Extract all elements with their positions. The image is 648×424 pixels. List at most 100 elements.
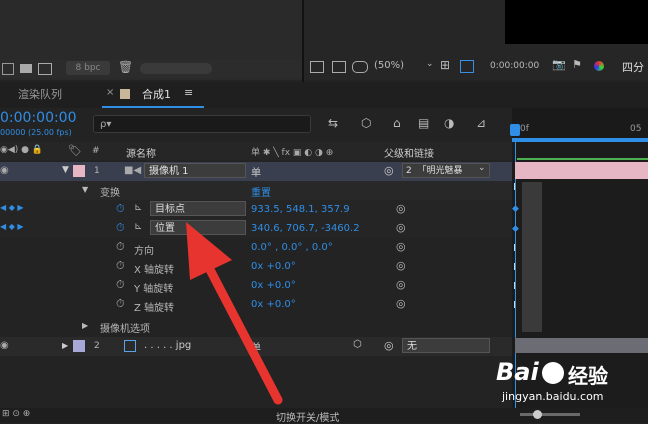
toggle-switches-modes-button[interactable]: 切换开关/模式 bbox=[276, 409, 339, 424]
parent-number: 2 bbox=[406, 166, 412, 176]
av-features-icons: ◉◀) ● 🔒 bbox=[0, 145, 44, 155]
parent-name: 「明光魅暴 bbox=[417, 166, 463, 176]
pickwhip-icon[interactable]: ◎ bbox=[384, 339, 394, 352]
chevron-down-icon[interactable]: ⌄ bbox=[478, 163, 486, 173]
tab-menu-icon[interactable]: ≡ bbox=[184, 86, 193, 99]
zoom-dropdown[interactable]: (50%) bbox=[374, 60, 404, 71]
arrow-shaft bbox=[201, 257, 283, 405]
video-visibility-icon[interactable]: ◉ bbox=[0, 340, 9, 351]
column-source-name[interactable]: 源名称 bbox=[126, 145, 156, 160]
parent-dropdown[interactable]: 无 bbox=[402, 338, 490, 353]
point-of-interest-value[interactable]: 933.5, 548.1, 357.9 bbox=[251, 204, 350, 215]
display-icon[interactable] bbox=[332, 61, 346, 73]
layer-number: 1 bbox=[94, 166, 100, 176]
work-area-bar[interactable] bbox=[512, 138, 648, 142]
transform-label: 变换 bbox=[100, 188, 120, 199]
expression-pickwhip-icon[interactable]: ◎ bbox=[396, 221, 406, 234]
tab-close-icon[interactable]: × bbox=[106, 87, 114, 98]
fps-readout: 00000 (25.00 fps) bbox=[0, 128, 72, 137]
trash-icon[interactable]: 🗑 bbox=[118, 60, 133, 74]
color-channels-icon[interactable] bbox=[594, 61, 604, 71]
stopwatch-icon[interactable]: ⏱ bbox=[116, 202, 125, 216]
motion-blur-icon[interactable]: ◑ bbox=[444, 116, 454, 130]
stopwatch-icon[interactable]: ⏱ bbox=[116, 259, 125, 273]
interpret-footage-icon[interactable] bbox=[2, 63, 14, 75]
project-scrollbar[interactable] bbox=[140, 63, 212, 74]
ruler-start-label: 0f bbox=[520, 124, 529, 134]
chevron-right-icon[interactable]: ▶ bbox=[62, 341, 68, 350]
pickwhip-icon[interactable]: ◎ bbox=[384, 164, 394, 177]
keyframe-marker[interactable]: I bbox=[513, 243, 516, 254]
graph-icon[interactable]: ⊾ bbox=[134, 221, 142, 232]
current-time[interactable]: 0:00:00:00 bbox=[0, 110, 77, 126]
expression-pickwhip-icon[interactable]: ◎ bbox=[396, 278, 406, 291]
keyframe-marker[interactable]: I bbox=[513, 300, 516, 311]
expression-pickwhip-icon[interactable]: ◎ bbox=[396, 202, 406, 215]
reset-link[interactable]: 重置 bbox=[251, 184, 271, 199]
keyframe-diamond-position[interactable]: ◆ bbox=[512, 224, 519, 234]
ruler-next-label: 05 bbox=[630, 124, 642, 134]
show-snapshot-icon[interactable]: ⚑ bbox=[572, 58, 582, 71]
shy-switch-icon[interactable]: 单 bbox=[251, 164, 261, 179]
label-tag-icon[interactable]: 🏷 bbox=[68, 144, 82, 157]
video-visibility-icon[interactable]: ◉ bbox=[0, 165, 9, 176]
stopwatch-icon[interactable]: ⏱ bbox=[116, 221, 125, 235]
graph-icon[interactable]: ⊾ bbox=[134, 202, 142, 213]
stopwatch-icon[interactable]: ⏱ bbox=[116, 278, 125, 292]
always-preview-icon[interactable] bbox=[310, 61, 324, 73]
vr-glasses-icon[interactable] bbox=[352, 61, 368, 73]
playhead-handle[interactable] bbox=[510, 124, 520, 136]
watermark-url: jingyan.baidu.com bbox=[502, 390, 604, 403]
chevron-right-icon[interactable]: ▶ bbox=[82, 321, 88, 330]
project-toolbar: 8 bpc 🗑 bbox=[0, 60, 302, 78]
graph-editor-icon[interactable]: ⊿ bbox=[476, 116, 486, 130]
tab-composition[interactable]: 合成1 bbox=[142, 86, 171, 102]
tab-render-queue[interactable]: 渲染队列 bbox=[18, 86, 62, 102]
column-parent[interactable]: 父级和链接 bbox=[384, 145, 434, 160]
zoom-slider-track[interactable] bbox=[520, 413, 580, 416]
bpc-button[interactable]: 8 bpc bbox=[66, 61, 110, 75]
keyframe-marker[interactable]: I bbox=[513, 182, 516, 193]
3d-layer-icon[interactable]: ⬡ bbox=[353, 339, 362, 350]
label-color-swatch[interactable] bbox=[73, 340, 85, 352]
camera-options-label[interactable]: 摄像机选项 bbox=[100, 320, 150, 335]
camera-icon: ■◀ bbox=[124, 165, 142, 176]
keyframe-navigator-icon[interactable]: ◀ ◆ ▶ bbox=[0, 203, 24, 212]
expression-pickwhip-icon[interactable]: ◎ bbox=[396, 297, 406, 310]
watermark-brand-cn: 经验 bbox=[568, 364, 608, 388]
zoom-slider-handle[interactable] bbox=[533, 410, 542, 419]
keyframe-marker[interactable]: I bbox=[513, 281, 516, 292]
stopwatch-icon[interactable]: ⏱ bbox=[116, 240, 125, 254]
stopwatch-icon[interactable]: ⏱ bbox=[116, 297, 125, 311]
frame-blending-icon[interactable]: ▤ bbox=[418, 116, 429, 130]
parent-dropdown[interactable]: 2 「明光魅暴 bbox=[402, 163, 490, 178]
point-of-interest-label: 目标点 bbox=[150, 201, 246, 216]
region-of-interest-icon[interactable] bbox=[460, 60, 474, 73]
layer-search-input[interactable]: ρ▾ bbox=[93, 115, 311, 133]
camera-snapshot-icon[interactable]: 📷 bbox=[552, 58, 566, 71]
chevron-down-icon[interactable]: ⌄ bbox=[426, 59, 434, 69]
footer-toggle-icons[interactable]: ⊞ ⊙ ⊕ bbox=[2, 409, 30, 419]
expression-pickwhip-icon[interactable]: ◎ bbox=[396, 240, 406, 253]
chevron-down-icon[interactable]: ▼ bbox=[62, 165, 69, 175]
view-layout-dropdown[interactable]: 四分 bbox=[622, 59, 644, 75]
column-switches: 单 ✱ ╲ fx ▣ ◐ ◑ ⊕ bbox=[251, 148, 334, 158]
image-layer-bar[interactable] bbox=[515, 338, 648, 353]
layer-name-field[interactable]: 摄像机 1 bbox=[144, 163, 246, 178]
draft-3d-icon[interactable]: ⬡ bbox=[361, 116, 371, 130]
folder-icon[interactable] bbox=[20, 64, 32, 73]
keyframe-diamond-poi[interactable]: ◆ bbox=[512, 204, 519, 214]
keyframe-marker[interactable]: I bbox=[513, 262, 516, 273]
composition-mini-flowchart-icon[interactable]: ⇆ bbox=[328, 116, 338, 130]
time-ruler[interactable] bbox=[512, 108, 648, 142]
label-color-swatch[interactable] bbox=[73, 165, 85, 177]
chevron-down-icon[interactable]: ▼ bbox=[82, 185, 88, 194]
expression-pickwhip-icon[interactable]: ◎ bbox=[396, 259, 406, 272]
camera-layer-bar[interactable] bbox=[515, 162, 648, 179]
new-composition-icon[interactable] bbox=[38, 63, 52, 75]
column-hash: # bbox=[92, 146, 100, 156]
grid-icon[interactable]: ⊞ bbox=[440, 58, 450, 72]
keyframe-navigator-icon[interactable]: ◀ ◆ ▶ bbox=[0, 222, 24, 231]
viewer-timecode[interactable]: 0:00:00:00 bbox=[490, 61, 539, 71]
shy-layers-icon[interactable]: ⌂ bbox=[393, 116, 401, 130]
